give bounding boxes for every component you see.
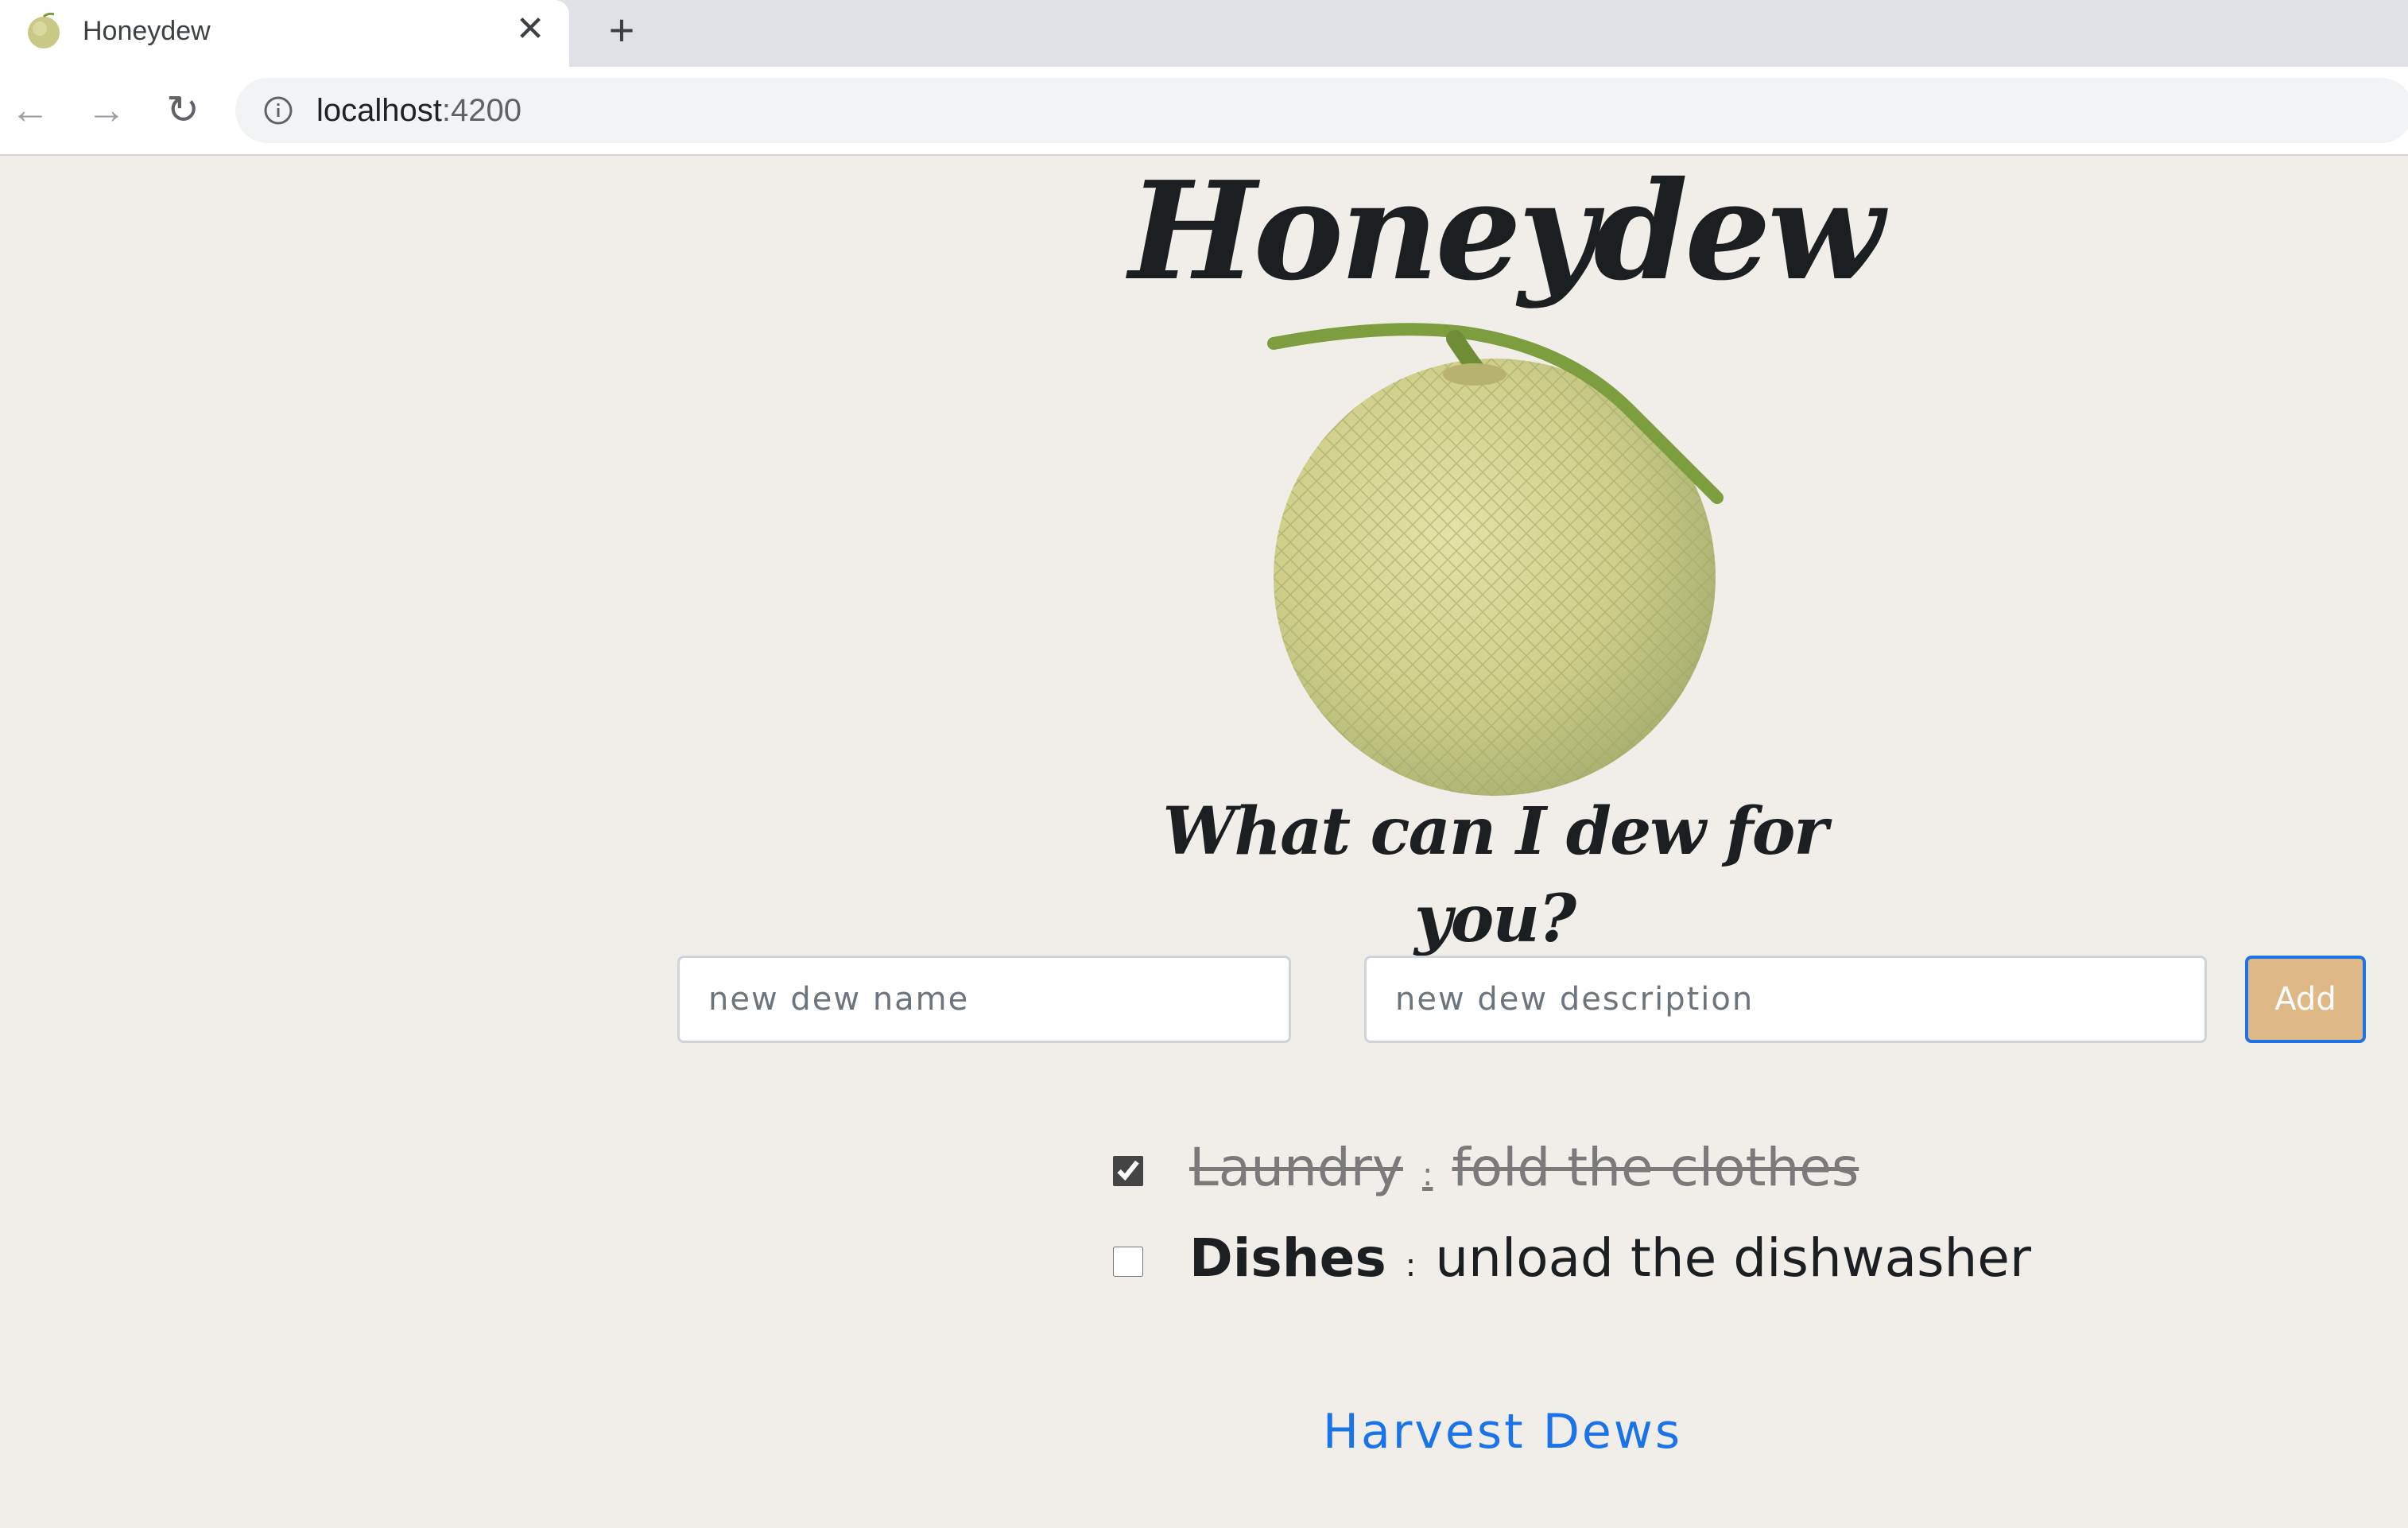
dew-name: Dishes: [1189, 1227, 1386, 1289]
close-tab-icon[interactable]: ✕: [509, 8, 552, 51]
honeydew-melon-image: [1267, 323, 1724, 796]
dew-separator: :: [1405, 1247, 1417, 1284]
dew-text: Dishes: unload the dishwasher: [1189, 1219, 2031, 1305]
info-icon[interactable]: [262, 95, 294, 126]
tab-title: Honeydew: [83, 16, 211, 46]
tab-strip: Honeydew ✕ +: [0, 0, 2408, 67]
forward-arrow-icon[interactable]: →: [83, 86, 130, 134]
dew-item: Dishes: unload the dishwasher: [1113, 1216, 2031, 1307]
add-dew-button[interactable]: Add: [2245, 956, 2366, 1043]
tagline: What can I dew for you?: [1162, 793, 1828, 957]
reload-icon[interactable]: ↻: [159, 86, 207, 134]
dew-name-input[interactable]: [677, 956, 1291, 1043]
melon-favicon-icon: [28, 12, 60, 48]
dew-name: Laundry: [1189, 1136, 1403, 1198]
dew-description: fold the clothes: [1452, 1136, 1859, 1198]
dew-item: Laundry: fold the clothes: [1113, 1126, 2031, 1216]
url-port: :4200: [441, 93, 522, 128]
url-host: localhost: [316, 93, 442, 128]
new-tab-icon[interactable]: +: [598, 6, 646, 54]
dew-done-checkbox[interactable]: [1113, 1247, 1143, 1277]
harvest-dews-link[interactable]: Harvest Dews: [1240, 1396, 1765, 1468]
app-page: Honeydew What can I dew for you? Add Lau…: [0, 156, 2408, 1528]
browser-toolbar: ← → ↻ localhost:4200: [0, 67, 2408, 156]
back-arrow-icon[interactable]: ←: [6, 86, 54, 134]
dew-done-checkbox[interactable]: [1113, 1156, 1143, 1186]
dew-separator: :: [1421, 1156, 1433, 1193]
url-text[interactable]: localhost:4200: [316, 78, 522, 143]
dew-description-input[interactable]: [1364, 956, 2207, 1043]
dew-description: unload the dishwasher: [1435, 1227, 2032, 1289]
browser-tab[interactable]: Honeydew ✕: [0, 0, 569, 67]
address-bar[interactable]: localhost:4200: [235, 78, 2408, 143]
dew-list: Laundry: fold the clothes Dishes: unload t…: [1113, 1126, 2031, 1307]
dew-text: Laundry: fold the clothes: [1189, 1128, 1859, 1215]
app-title: Honeydew: [1129, 152, 1884, 311]
